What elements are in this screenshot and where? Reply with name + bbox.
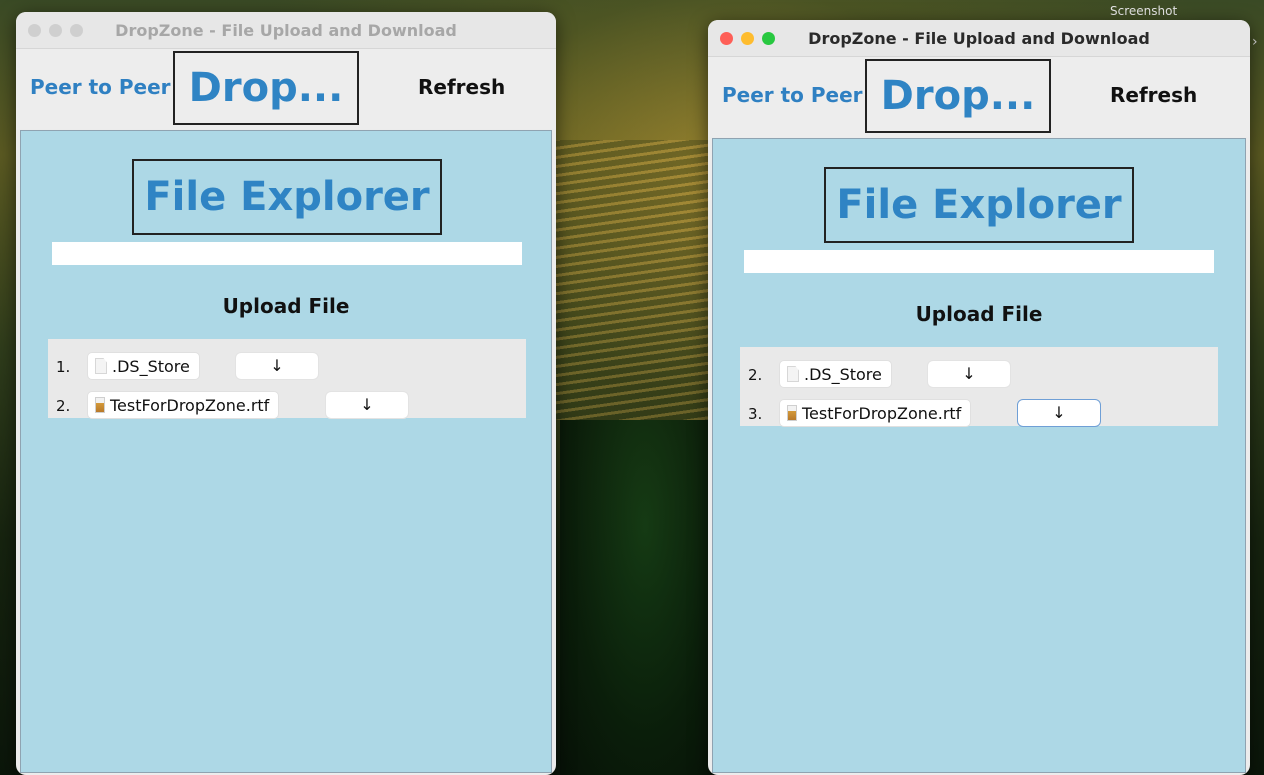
file-row: 2. TestForDropZone.rtf ↓: [48, 391, 526, 419]
file-row-number: 3.: [748, 405, 763, 423]
file-row: 2. .DS_Store ↓: [740, 360, 1218, 388]
file-list: 1. .DS_Store ↓ 2. TestForDropZone.rtf ↓: [48, 339, 526, 419]
rtf-document-icon: [95, 397, 105, 413]
file-name: TestForDropZone.rtf: [802, 403, 962, 423]
upload-file-button[interactable]: Upload File: [21, 294, 551, 318]
refresh-button[interactable]: Refresh: [418, 75, 505, 99]
file-name: .DS_Store: [112, 356, 190, 376]
file-name-chip[interactable]: .DS_Store: [779, 360, 892, 388]
app-toolbar: Peer to Peer Drop... Refresh: [16, 49, 556, 129]
title-bar[interactable]: DropZone - File Upload and Download: [708, 20, 1250, 57]
file-row-number: 2.: [56, 397, 71, 415]
file-explorer-panel: File Explorer Upload File 2. .DS_Store ↓…: [712, 138, 1246, 773]
document-icon: [787, 366, 799, 382]
file-explorer-heading: File Explorer: [824, 167, 1134, 243]
file-name-chip[interactable]: TestForDropZone.rtf: [87, 391, 280, 419]
path-input[interactable]: [744, 250, 1214, 273]
download-button[interactable]: ↓: [325, 391, 409, 419]
window-title: DropZone - File Upload and Download: [808, 29, 1150, 48]
file-row: 3. TestForDropZone.rtf ↓: [740, 399, 1218, 427]
file-name: TestForDropZone.rtf: [110, 395, 270, 415]
file-name-chip[interactable]: TestForDropZone.rtf: [779, 399, 972, 427]
file-row-number: 1.: [56, 358, 71, 376]
file-explorer-panel: File Explorer Upload File 1. .DS_Store ↓…: [20, 130, 552, 773]
dropzone-window-inactive[interactable]: DropZone - File Upload and Download Peer…: [16, 12, 556, 775]
file-explorer-heading: File Explorer: [132, 159, 442, 235]
app-toolbar: Peer to Peer Drop... Refresh: [708, 57, 1250, 137]
dropzone-window-active[interactable]: DropZone - File Upload and Download Peer…: [708, 20, 1250, 775]
file-name: .DS_Store: [804, 364, 882, 384]
download-button[interactable]: ↓: [927, 360, 1011, 388]
title-bar[interactable]: DropZone - File Upload and Download: [16, 12, 556, 49]
rtf-document-icon: [787, 405, 797, 421]
desktop-edge-glyph: ›: [1252, 34, 1258, 50]
document-icon: [95, 358, 107, 374]
file-row: 1. .DS_Store ↓: [48, 352, 526, 380]
desktop-wallpaper-vineyard: [540, 140, 730, 420]
upload-file-button[interactable]: Upload File: [713, 302, 1245, 326]
file-row-number: 2.: [748, 366, 763, 384]
file-list: 2. .DS_Store ↓ 3. TestForDropZone.rtf ↓: [740, 347, 1218, 427]
download-button[interactable]: ↓: [1017, 399, 1101, 427]
file-name-chip[interactable]: .DS_Store: [87, 352, 200, 380]
dropzone-logo: Drop...: [865, 59, 1051, 133]
path-input[interactable]: [52, 242, 522, 265]
dropzone-logo: Drop...: [173, 51, 359, 125]
peer-to-peer-link[interactable]: Peer to Peer: [722, 83, 863, 107]
peer-to-peer-link[interactable]: Peer to Peer: [30, 75, 171, 99]
window-title: DropZone - File Upload and Download: [115, 21, 457, 40]
desktop-corner-text: Screenshot: [1110, 4, 1178, 18]
desktop-wallpaper-forest: [560, 420, 730, 775]
download-button[interactable]: ↓: [235, 352, 319, 380]
refresh-button[interactable]: Refresh: [1110, 83, 1197, 107]
